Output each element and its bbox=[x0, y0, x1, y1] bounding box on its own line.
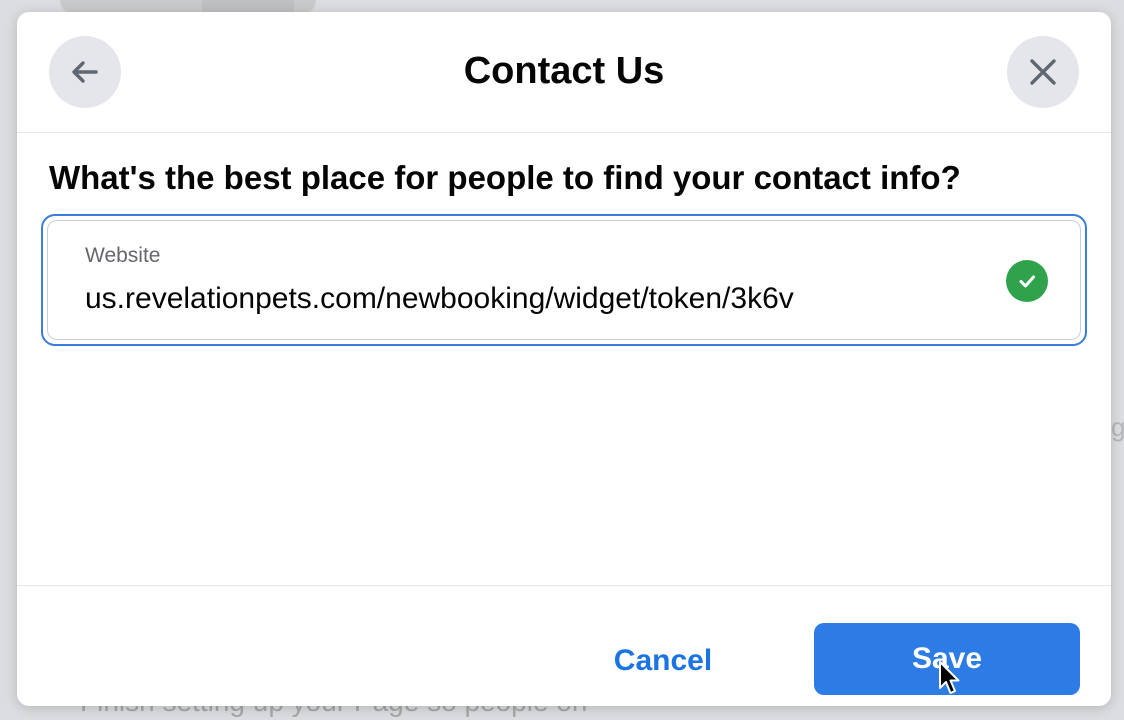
website-field-inner: Website bbox=[47, 220, 1081, 340]
background-partial-text: g bbox=[1111, 412, 1124, 442]
website-field-label: Website bbox=[85, 244, 161, 267]
cancel-button[interactable]: Cancel bbox=[579, 626, 747, 696]
website-field[interactable]: Website bbox=[41, 214, 1087, 346]
close-button[interactable] bbox=[1007, 36, 1079, 108]
mouse-pointer-icon bbox=[938, 660, 962, 703]
contact-question: What's the best place for people to find… bbox=[49, 159, 961, 196]
dialog-title: Contact Us bbox=[463, 50, 665, 92]
check-circle-icon bbox=[1006, 260, 1048, 302]
contact-us-dialog: Contact Us What's the best place for peo… bbox=[17, 12, 1111, 706]
website-input[interactable] bbox=[85, 279, 857, 319]
dialog-header: Contact Us bbox=[17, 12, 1111, 133]
close-icon bbox=[1026, 55, 1060, 89]
